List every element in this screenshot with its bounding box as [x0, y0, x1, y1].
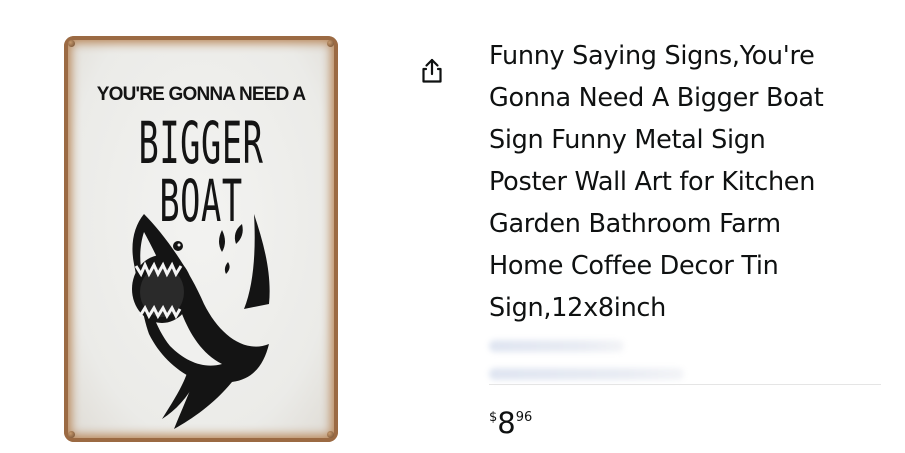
title-line: Gonna Need A Bigger Boat	[489, 83, 824, 113]
metal-sign: YOU'RE GONNA NEED A BIGGER BOAT	[64, 36, 338, 442]
divider	[489, 384, 881, 385]
price-fraction: 96	[515, 410, 533, 425]
blurred-info	[489, 368, 684, 380]
rivet	[68, 431, 75, 438]
title-line: Garden Bathroom Farm	[489, 209, 781, 239]
product-title[interactable]: Funny Saying Signs,You're Gonna Need A B…	[489, 35, 889, 329]
title-line: Sign Funny Metal Sign	[489, 125, 766, 155]
blurred-rating	[489, 340, 624, 352]
product-card: YOU'RE GONNA NEED A BIGGER BOAT Funny Sa…	[0, 0, 905, 453]
rivet	[68, 40, 75, 47]
price: $896	[489, 406, 532, 440]
sign-text-line1: YOU'RE GONNA NEED A	[96, 84, 306, 105]
title-line: Sign,12x8inch	[489, 293, 667, 323]
price-whole: 8	[497, 406, 516, 440]
share-icon[interactable]	[421, 58, 443, 84]
rivet	[327, 40, 334, 47]
price-currency: $	[489, 410, 498, 425]
shark-illustration	[132, 214, 270, 429]
rivet	[327, 431, 334, 438]
product-image[interactable]: YOU'RE GONNA NEED A BIGGER BOAT	[64, 36, 338, 442]
title-line: Home Coffee Decor Tin	[489, 251, 779, 281]
title-line: Funny Saying Signs,You're	[489, 41, 815, 71]
title-line: Poster Wall Art for Kitchen	[489, 167, 816, 197]
